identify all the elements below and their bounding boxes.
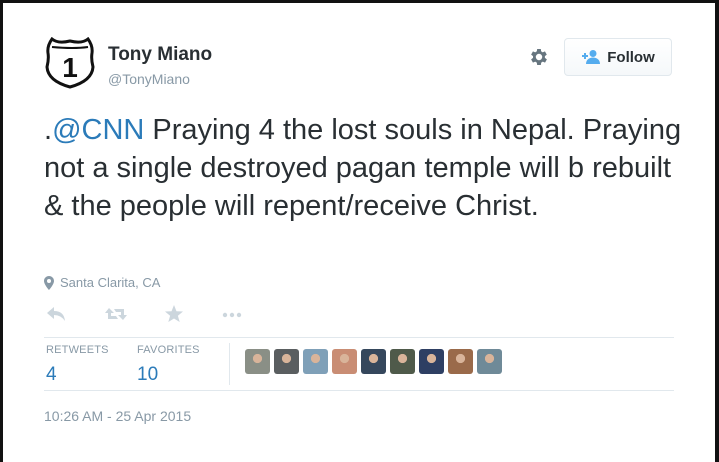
favoriter-avatar[interactable] xyxy=(332,349,357,374)
window-frame-top xyxy=(0,0,719,3)
user-handle[interactable]: @TonyMiano xyxy=(108,71,190,87)
mention-link[interactable]: @CNN xyxy=(52,114,144,146)
tweet-prefix: . xyxy=(44,114,53,146)
add-person-icon xyxy=(582,50,601,64)
favoriter-avatar[interactable] xyxy=(390,349,415,374)
divider-bottom xyxy=(44,390,674,391)
location-text: Santa Clarita, CA xyxy=(60,275,161,290)
favoriter-avatar[interactable] xyxy=(303,349,328,374)
tweet-text: .@CNN Praying 4 the lost souls in Nepal.… xyxy=(44,111,694,225)
avatar[interactable]: 1 xyxy=(44,36,96,89)
map-pin-icon xyxy=(44,275,54,290)
retweets-count: 4 xyxy=(46,364,57,385)
favorites-count: 10 xyxy=(137,364,159,385)
follow-label: Follow xyxy=(607,48,655,66)
reply-icon[interactable] xyxy=(46,305,66,328)
favoriter-avatars xyxy=(245,349,502,374)
avatar-text: 1 xyxy=(62,52,78,83)
window-frame-left xyxy=(0,0,3,462)
more-icon[interactable] xyxy=(221,305,243,328)
favoriter-avatar[interactable] xyxy=(419,349,444,374)
favoriter-avatar[interactable] xyxy=(361,349,386,374)
favoriter-avatar[interactable] xyxy=(477,349,502,374)
location[interactable]: Santa Clarita, CA xyxy=(44,275,160,290)
star-icon[interactable] xyxy=(164,305,184,328)
follow-button[interactable]: Follow xyxy=(564,38,672,76)
favoriter-avatar[interactable] xyxy=(245,349,270,374)
favoriter-avatar[interactable] xyxy=(274,349,299,374)
stats-separator xyxy=(229,343,230,385)
favoriter-avatar[interactable] xyxy=(448,349,473,374)
retweets-stat[interactable]: RETWEETS 4 xyxy=(46,344,109,386)
retweets-label: RETWEETS xyxy=(46,344,109,356)
favorites-label: FAVORITES xyxy=(137,344,200,356)
divider-top xyxy=(44,337,674,338)
route-1-shield-icon: 1 xyxy=(45,36,95,89)
retweet-icon[interactable] xyxy=(104,305,128,328)
window-frame-right xyxy=(715,0,719,462)
user-name[interactable]: Tony Miano xyxy=(108,44,212,66)
timestamp[interactable]: 10:26 AM - 25 Apr 2015 xyxy=(44,408,191,424)
gear-icon[interactable] xyxy=(528,46,550,68)
favorites-stat[interactable]: FAVORITES 10 xyxy=(137,344,200,386)
